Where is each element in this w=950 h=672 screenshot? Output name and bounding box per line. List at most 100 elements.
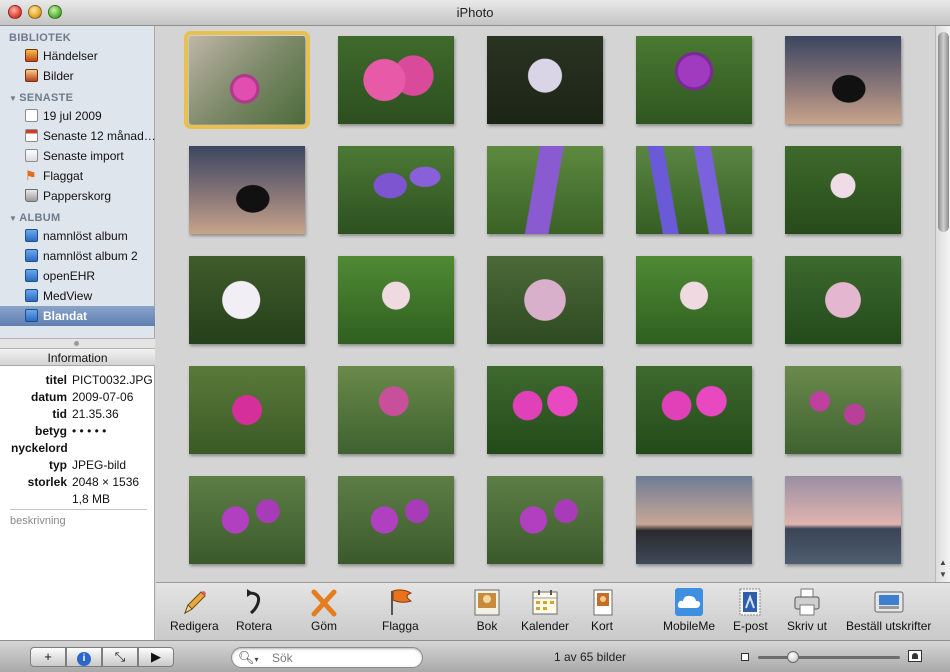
calendar-button[interactable]: Kalender <box>521 587 569 633</box>
flag-button[interactable]: Flagga <box>382 587 419 633</box>
fullscreen-button[interactable]: ⤡ <box>102 647 138 667</box>
sidebar-item-album-2[interactable]: namnlöst album 2 <box>0 246 155 266</box>
sidebar-item-events[interactable]: Händelser <box>0 46 155 66</box>
search-icon: 🔍︎▾ <box>238 650 259 665</box>
info-row-size: storlek 2048 × 1536 <box>27 475 140 489</box>
photo-thumbnail[interactable] <box>636 366 752 454</box>
photo-thumbnail[interactable] <box>785 146 901 234</box>
album-icon <box>25 249 38 262</box>
mobileme-button[interactable]: MobileMe <box>663 587 715 633</box>
search-field[interactable]: 🔍︎▾ <box>231 647 423 668</box>
information-header[interactable]: Information <box>0 348 155 366</box>
scroll-up-arrow-icon[interactable]: ▲ <box>939 558 947 567</box>
photo-thumbnail[interactable] <box>487 146 603 234</box>
album-icon <box>25 309 38 322</box>
calendar-icon <box>25 109 38 122</box>
photo-thumbnail[interactable] <box>487 366 603 454</box>
photo-thumbnail[interactable] <box>636 476 752 564</box>
search-input[interactable] <box>272 651 412 665</box>
photo-thumbnail[interactable] <box>338 366 454 454</box>
source-list-sidebar: BIBLIOTEK Händelser Bilder ▼ SENASTE 19 j… <box>0 26 155 338</box>
calendar-icon <box>530 587 560 617</box>
email-button[interactable]: E-post <box>733 587 768 633</box>
photo-thumbnail[interactable] <box>338 476 454 564</box>
photo-thumbnail[interactable] <box>338 36 454 124</box>
zoom-small-icon[interactable] <box>741 653 749 661</box>
photos-icon <box>25 69 38 82</box>
sidebar-item-flagged[interactable]: ⚑ Flaggat <box>0 166 155 186</box>
scroll-down-arrow-icon[interactable]: ▼ <box>939 570 947 579</box>
info-button[interactable]: i <box>66 647 102 667</box>
hide-button[interactable]: Göm <box>309 587 339 633</box>
sidebar-item-album-openehr[interactable]: openEHR <box>0 266 155 286</box>
photo-thumbnail[interactable] <box>189 476 305 564</box>
album-icon <box>25 289 38 302</box>
pencil-icon <box>179 587 209 617</box>
import-icon <box>25 149 38 162</box>
album-icon <box>25 229 38 242</box>
scrollbar-thumb[interactable] <box>938 32 949 232</box>
disclosure-triangle-icon: ▼ <box>9 94 18 103</box>
sidebar-item-last-12-months[interactable]: Senaste 12 månad… <box>0 126 155 146</box>
photo-thumbnail[interactable] <box>785 256 901 344</box>
section-header-library: BIBLIOTEK <box>9 32 71 44</box>
card-button[interactable]: Kort <box>587 587 617 633</box>
sidebar-item-photos[interactable]: Bilder <box>0 66 155 86</box>
sidebar-item-album-1[interactable]: namnlöst album <box>0 226 155 246</box>
edit-button[interactable]: Redigera <box>170 587 219 633</box>
sidebar-item-trash[interactable]: Papperskorg <box>0 186 155 206</box>
photo-thumbnail[interactable] <box>785 36 901 124</box>
photo-thumbnail[interactable] <box>338 256 454 344</box>
rating-dots[interactable]: • • • • • <box>72 424 106 438</box>
events-icon <box>25 49 38 62</box>
photo-count: 1 av 65 bilder <box>553 650 627 664</box>
title-value[interactable]: PICT0032.JPG <box>72 373 153 387</box>
zoom-slider[interactable] <box>758 651 900 663</box>
info-row-filesize: 1,8 MB <box>72 492 111 506</box>
photo-thumbnail[interactable] <box>636 256 752 344</box>
sidebar-item-last-event[interactable]: 19 jul 2009 <box>0 106 155 126</box>
sidebar-splitter[interactable] <box>0 338 155 348</box>
book-button[interactable]: Bok <box>472 587 502 633</box>
photo-thumbnail[interactable] <box>636 36 752 124</box>
zoom-large-icon[interactable] <box>908 650 922 662</box>
info-row-title: titel PICT0032.JPG <box>45 373 153 387</box>
photo-thumbnail[interactable] <box>487 476 603 564</box>
photo-thumbnail[interactable] <box>487 36 603 124</box>
section-header-recent[interactable]: ▼ SENASTE <box>0 89 155 107</box>
info-icon: i <box>77 652 91 666</box>
calendar-12-icon <box>25 129 38 142</box>
rotate-button[interactable]: Rotera <box>236 587 272 633</box>
rotate-icon <box>239 587 269 617</box>
photo-thumbnail[interactable] <box>189 366 305 454</box>
sidebar-item-last-import[interactable]: Senaste import <box>0 146 155 166</box>
photo-thumbnail[interactable] <box>189 146 305 234</box>
flag-icon <box>385 587 415 617</box>
photo-thumbnail[interactable] <box>189 256 305 344</box>
info-row-time: tid 21.35.36 <box>52 407 119 421</box>
photo-thumbnail[interactable] <box>487 256 603 344</box>
sidebar-item-album-blandat[interactable]: Blandat <box>0 306 155 326</box>
description-field[interactable]: beskrivning <box>10 515 66 527</box>
zoom-slider-knob[interactable] <box>787 651 799 663</box>
title-bar: iPhoto <box>0 0 950 26</box>
photo-thumbnail[interactable] <box>785 476 901 564</box>
section-header-album[interactable]: ▼ ALBUM <box>0 209 155 227</box>
printer-icon <box>792 587 822 617</box>
album-icon <box>25 269 38 282</box>
disclosure-triangle-icon: ▼ <box>9 214 18 223</box>
card-icon <box>587 587 617 617</box>
slideshow-button[interactable]: ▶ <box>138 647 174 667</box>
photo-thumbnail[interactable] <box>184 31 310 129</box>
photo-thumbnail[interactable] <box>338 146 454 234</box>
order-prints-button[interactable]: Beställ utskrifter <box>846 587 931 633</box>
add-album-button[interactable]: + <box>30 647 66 667</box>
photo-thumbnail[interactable] <box>785 366 901 454</box>
time-value[interactable]: 21.35.36 <box>72 407 119 421</box>
sidebar-item-album-medview[interactable]: MedView <box>0 286 155 306</box>
photo-scrollbar[interactable]: ▲ ▼ <box>935 26 950 582</box>
date-value[interactable]: 2009-07-06 <box>72 390 133 404</box>
print-button[interactable]: Skriv ut <box>787 587 827 633</box>
info-divider <box>10 509 147 510</box>
photo-thumbnail[interactable] <box>636 146 752 234</box>
